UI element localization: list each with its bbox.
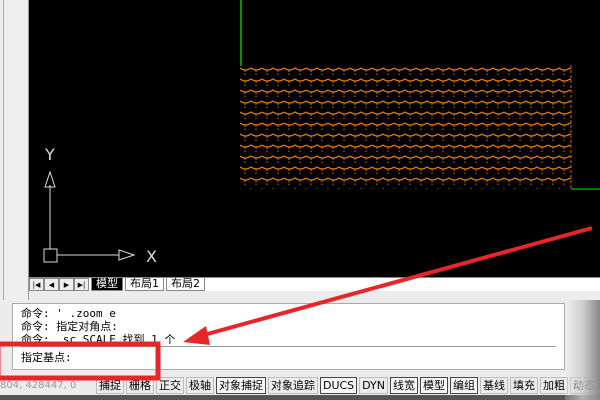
hatch-region[interactable] bbox=[240, 65, 571, 189]
tab-layout2[interactable]: 布局2 bbox=[166, 278, 205, 291]
status-toggle-button[interactable]: 线宽 bbox=[390, 376, 418, 394]
status-toggle-button[interactable]: 正交 bbox=[155, 376, 184, 394]
coordinates-readout: 804, 428447, 0 bbox=[0, 379, 77, 391]
ucs-x-label: X bbox=[146, 247, 157, 266]
status-toggle-button[interactable]: 填充 bbox=[510, 376, 538, 394]
next-tab-button[interactable]: ▶ bbox=[59, 278, 74, 291]
status-toggle-button[interactable]: 对象追踪 bbox=[267, 376, 318, 394]
history-line: 命令: _sc SCALE 找到 1 个 bbox=[21, 333, 176, 346]
command-input[interactable]: 指定基点: bbox=[21, 347, 556, 364]
left-toolbar-strip bbox=[0, 0, 29, 300]
last-tab-button[interactable]: ▶| bbox=[74, 278, 89, 291]
prev-tab-button[interactable]: ◀ bbox=[44, 278, 59, 291]
layout-tab-bar: |◀ ◀ ▶ ▶| 模型 布局1 布局2 bbox=[29, 277, 600, 291]
status-toggle-button[interactable]: 模型 bbox=[420, 376, 448, 394]
history-line: 命令: 指定对角点: bbox=[21, 320, 118, 333]
edge-shadow bbox=[565, 300, 600, 400]
status-toggle-button[interactable]: 对象捕捉 bbox=[215, 376, 266, 394]
history-line: 命令: ' .zoom e bbox=[21, 307, 116, 320]
status-bar: 804, 428447, 0 捕捉 栅格 正交 极轴 对象捕捉 对象追踪 DUCS DYN 线宽… bbox=[0, 375, 600, 395]
status-toggle-button[interactable]: 极轴 bbox=[185, 376, 214, 394]
status-toggle-button[interactable]: DYN bbox=[359, 376, 388, 394]
status-toggle-button[interactable]: 栅格 bbox=[125, 376, 154, 394]
taskbar-strip bbox=[0, 395, 600, 400]
status-toggle-button[interactable]: 捕捉 bbox=[95, 376, 124, 394]
status-toggle-button[interactable]: DUCS bbox=[319, 376, 358, 394]
ucs-icon bbox=[43, 170, 136, 263]
first-tab-button[interactable]: |◀ bbox=[29, 278, 44, 291]
tab-model[interactable]: 模型 bbox=[91, 278, 123, 291]
command-history: 命令: ' .zoom e 命令: 指定对角点: 命令: _sc SCALE 找… bbox=[21, 307, 556, 347]
tab-layout1[interactable]: 布局1 bbox=[125, 278, 164, 291]
status-toggle-button[interactable]: 基线 bbox=[480, 376, 508, 394]
status-toggle-button[interactable]: 编组 bbox=[450, 376, 478, 394]
drawing-canvas[interactable]: Y X bbox=[29, 0, 600, 277]
drawing-svg: Y X bbox=[43, 0, 600, 266]
command-window: 命令: ' .zoom e 命令: 指定对角点: 命令: _sc SCALE 找… bbox=[12, 303, 565, 370]
status-toggle-button[interactable]: 加粗 bbox=[540, 376, 568, 394]
ucs-y-label: Y bbox=[44, 145, 55, 164]
